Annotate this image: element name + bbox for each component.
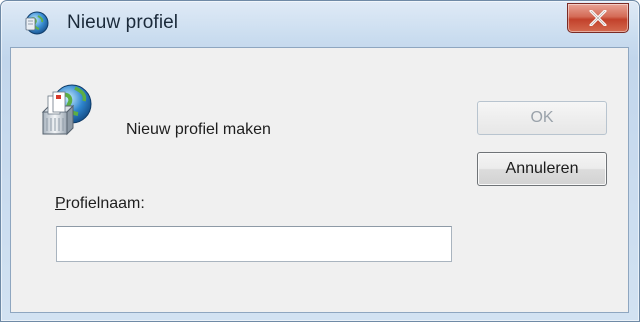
close-button[interactable] bbox=[567, 3, 629, 33]
dialog-heading: Nieuw profiel maken bbox=[126, 121, 271, 138]
mailbox-globe-icon bbox=[37, 82, 95, 138]
close-x-icon bbox=[589, 10, 607, 26]
window-title: Nieuw profiel bbox=[67, 12, 179, 33]
ok-button[interactable]: OK bbox=[477, 101, 607, 135]
dialog-body: Nieuw profiel maken OK Annuleren Profiel… bbox=[10, 47, 629, 313]
profile-name-label: Profielnaam: bbox=[55, 195, 145, 213]
mail-globe-icon bbox=[23, 10, 49, 36]
cancel-button[interactable]: Annuleren bbox=[477, 152, 607, 186]
profile-name-input[interactable] bbox=[56, 226, 452, 262]
accesskey-letter: P bbox=[55, 195, 66, 212]
title-bar[interactable]: Nieuw profiel bbox=[1, 1, 639, 47]
profile-name-label-text: rofielnaam: bbox=[65, 195, 145, 212]
dialog-window: Nieuw profiel Nieuw profiel maken OK Ann… bbox=[0, 0, 640, 322]
